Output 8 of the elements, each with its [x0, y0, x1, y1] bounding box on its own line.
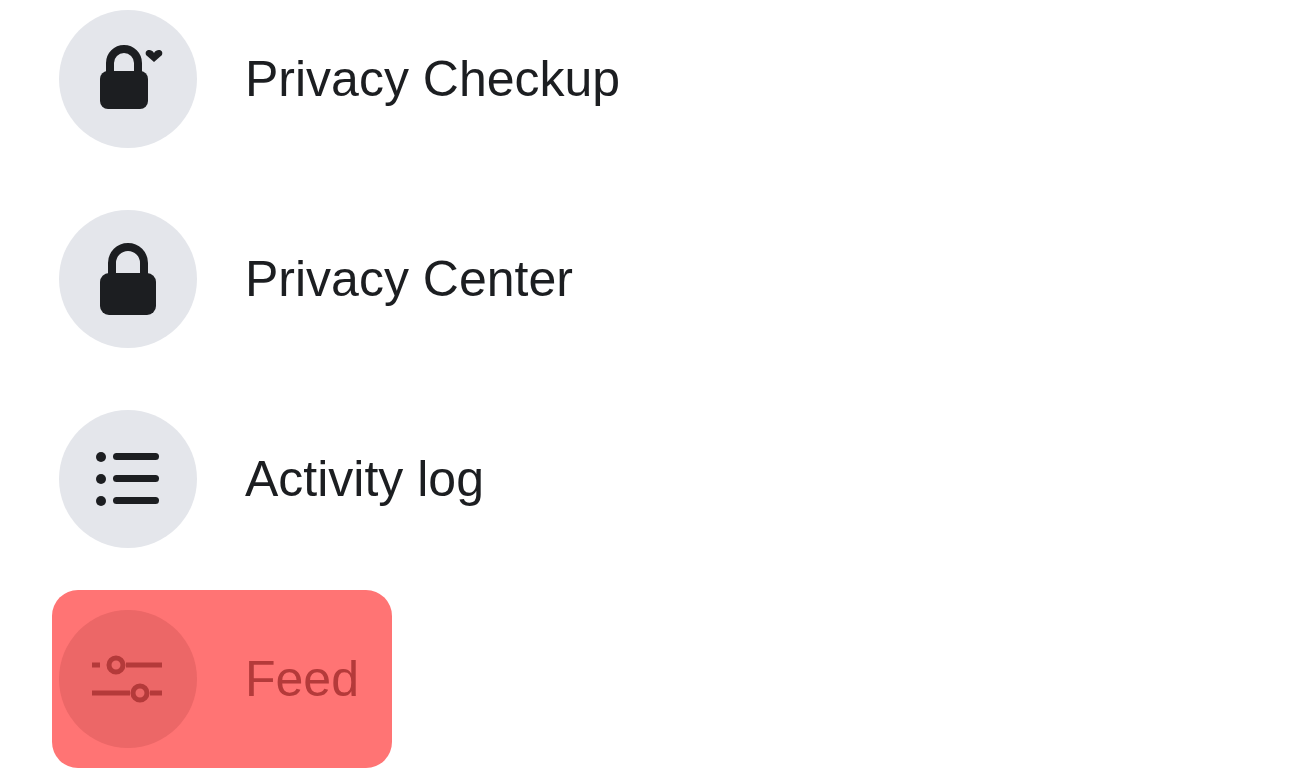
menu-label: Privacy Center [245, 250, 573, 308]
menu-label: Privacy Checkup [245, 50, 621, 108]
list-icon [95, 449, 161, 509]
menu-label: Feed [245, 650, 359, 708]
menu-item[interactable]: Privacy Center [52, 190, 606, 368]
menu-label: Activity log [245, 450, 484, 508]
menu-item[interactable]: Privacy Checkup [52, 0, 654, 168]
menu-item[interactable]: Activity log [52, 390, 517, 568]
